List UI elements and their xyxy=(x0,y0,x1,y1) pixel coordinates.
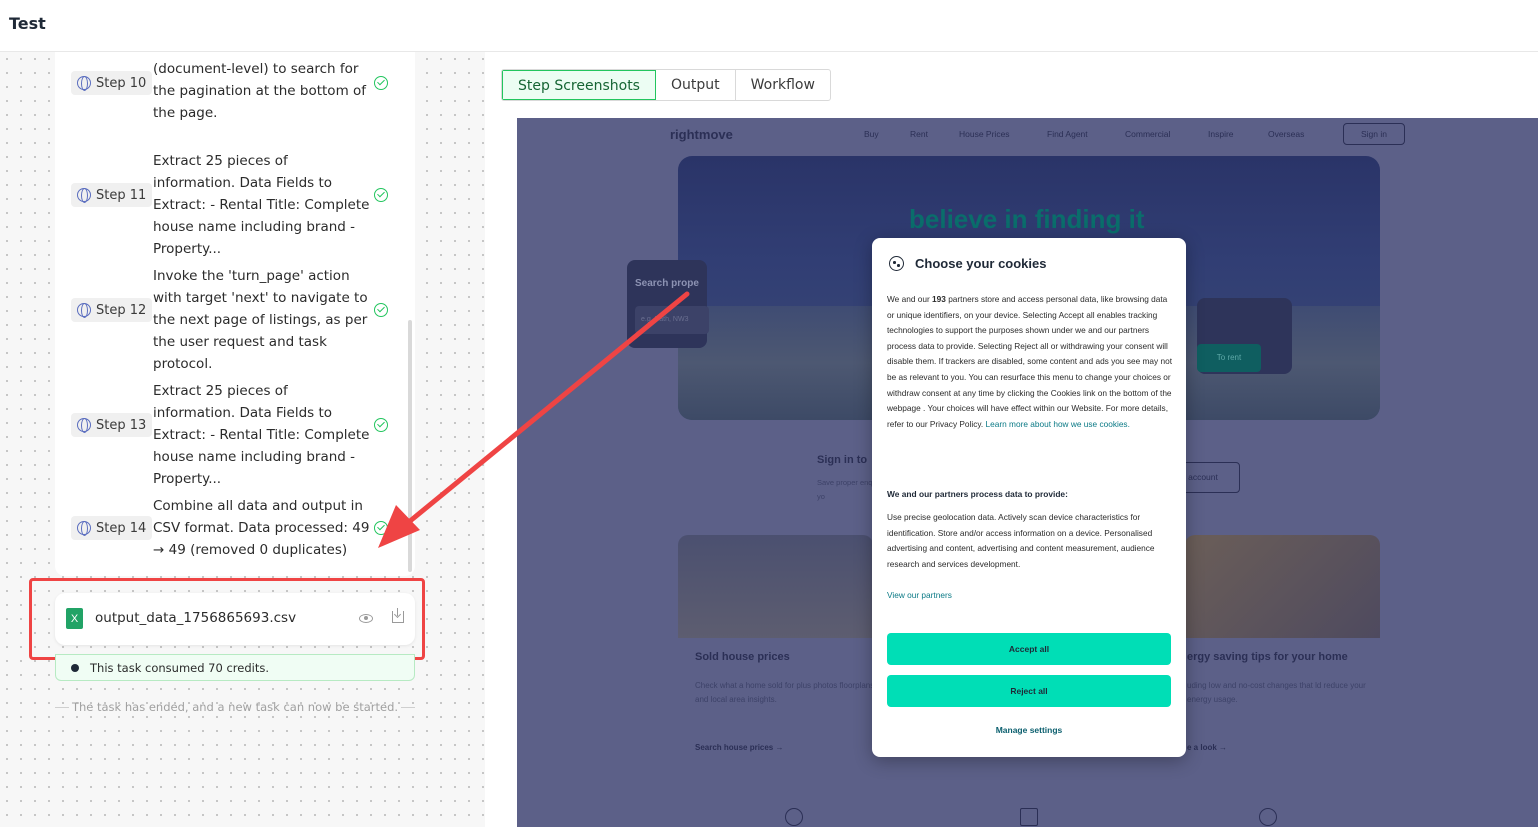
right-panel: Step Screenshots Output Workflow rightmo… xyxy=(485,52,1538,827)
sold-prices-image xyxy=(678,535,873,638)
globe-icon xyxy=(77,521,91,536)
tab-step-screenshots[interactable]: Step Screenshots xyxy=(502,70,656,100)
website-logo: rightmove xyxy=(670,127,733,142)
accept-all-button[interactable]: Accept all xyxy=(887,633,1171,665)
signin-card-title: Sign in to xyxy=(817,454,868,466)
step-description: Extract 25 pieces of information. Data F… xyxy=(153,383,370,487)
energy-sub: uding low and no-cost changes that ld re… xyxy=(1187,681,1366,704)
learn-more-link[interactable]: Learn more about how we use cookies. xyxy=(986,419,1130,429)
globe-icon xyxy=(77,188,91,203)
check-circle-icon xyxy=(374,418,388,432)
step-description: Combine all data and output in CSV forma… xyxy=(153,498,370,558)
manage-settings-link[interactable]: Manage settings xyxy=(887,725,1171,735)
building-icon xyxy=(1020,808,1038,826)
globe-icon xyxy=(77,418,91,433)
reject-all-button[interactable]: Reject all xyxy=(887,675,1171,707)
tab-output[interactable]: Output xyxy=(656,70,736,100)
website-signin-button: Sign in xyxy=(1343,123,1405,145)
search-icon xyxy=(785,808,803,826)
cookie-icon xyxy=(889,256,904,271)
step-badge: Step 11 xyxy=(71,183,153,207)
search-label: Search prope xyxy=(635,278,699,289)
tab-workflow[interactable]: Workflow xyxy=(736,70,830,100)
lightbulb-icon xyxy=(1259,808,1277,826)
energy-tips-image xyxy=(1185,535,1380,638)
cookie-consent-modal: Choose your cookies We and our 193 partn… xyxy=(872,238,1186,757)
check-circle-icon xyxy=(374,188,388,202)
step-description: Invoke the 'turn_page' action with targe… xyxy=(153,268,368,372)
step-description: Extract 25 pieces of information. Data F… xyxy=(153,153,370,257)
search-input: e.g. Bath, NW3 xyxy=(635,306,709,334)
top-bar: Test xyxy=(0,0,1538,52)
website-nav: rightmove Buy Rent House Prices Find Age… xyxy=(517,118,1538,150)
task-ended-message: The task has ended, and a new task can n… xyxy=(55,700,415,714)
credits-text: This task consumed 70 credits. xyxy=(90,661,269,675)
website-nav-item: Overseas xyxy=(1268,129,1305,139)
website-nav-item: Commercial xyxy=(1125,129,1171,139)
website-nav-item: Buy xyxy=(864,129,879,139)
step-badge: Step 13 xyxy=(71,413,153,437)
left-panel: Step 10 (document-level) to search for t… xyxy=(0,52,485,827)
website-search-box: Search prope e.g. Bath, NW3 xyxy=(627,260,709,348)
sold-sub: Check what a home sold for plus photos f… xyxy=(695,681,875,704)
sold-link: Search house prices → xyxy=(695,743,784,752)
check-circle-icon xyxy=(374,521,388,535)
cookie-modal-title: Choose your cookies xyxy=(915,256,1047,271)
globe-icon xyxy=(77,76,91,91)
website-nav-item: Find Agent xyxy=(1047,129,1088,139)
website-nav-item: Inspire xyxy=(1208,129,1234,139)
cookie-modal-purposes: Use precise geolocation data. Actively s… xyxy=(887,512,1155,569)
credits-notice: This task consumed 70 credits. xyxy=(55,654,415,681)
step-screenshot: rightmove Buy Rent House Prices Find Age… xyxy=(517,118,1538,827)
cookie-modal-body: We and our 193 partners store and access… xyxy=(887,294,1173,429)
view-partners-link[interactable]: View our partners xyxy=(887,590,952,600)
view-tabs: Step Screenshots Output Workflow xyxy=(501,69,831,101)
sold-title: Sold house prices xyxy=(695,651,790,663)
website-nav-item: House Prices xyxy=(959,129,1010,139)
check-circle-icon xyxy=(374,76,388,90)
step-badge: Step 14 xyxy=(71,516,153,540)
energy-title: ergy saving tips for your home xyxy=(1187,651,1348,663)
check-circle-icon xyxy=(374,303,388,317)
app-title: Test xyxy=(9,14,46,33)
annotation-highlight-box xyxy=(29,578,425,660)
to-rent-button: To rent xyxy=(1197,344,1261,372)
hero-title: believe in finding it xyxy=(909,204,1145,234)
energy-link: e a look → xyxy=(1187,743,1228,752)
step-description: (document-level) to search for the pagin… xyxy=(153,61,367,121)
step-badge: Step 10 xyxy=(71,71,153,95)
step-badge: Step 12 xyxy=(71,298,153,322)
cookie-modal-subtitle: We and our partners process data to prov… xyxy=(887,489,1068,499)
bullet-dot-icon xyxy=(71,664,79,672)
website-nav-item: Rent xyxy=(910,129,928,139)
steps-list: Step 10 (document-level) to search for t… xyxy=(55,52,415,576)
globe-icon xyxy=(77,303,91,318)
steps-scrollbar[interactable] xyxy=(408,320,412,572)
